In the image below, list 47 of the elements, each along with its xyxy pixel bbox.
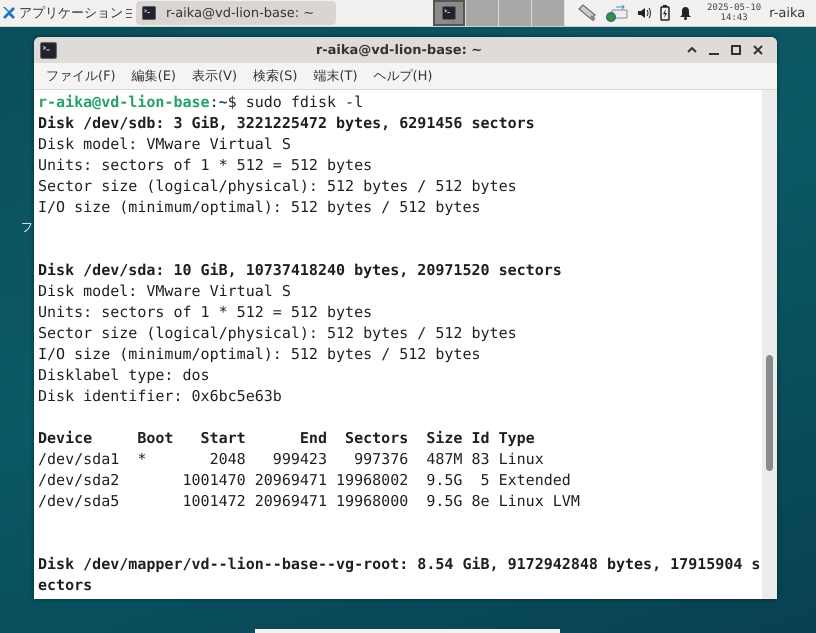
app-logo-icon bbox=[2, 6, 16, 20]
terminal-line: /dev/sda2 1001470 20969471 19968002 9.5G 5 Extended bbox=[38, 470, 572, 491]
terminal-line: ectors bbox=[38, 575, 94, 596]
terminal-line: Device Boot Start End Sectors Size Id Type bbox=[38, 428, 536, 449]
clock[interactable]: 2025-05-10 14:43 bbox=[707, 3, 762, 23]
menu-icon bbox=[126, 7, 132, 19]
menu-item[interactable]: 検索(S) bbox=[245, 67, 306, 85]
applications-menu[interactable]: アプリケーション bbox=[0, 0, 134, 26]
terminal-icon bbox=[40, 42, 57, 58]
volume-icon[interactable] bbox=[637, 6, 651, 20]
window-title: r-aika@vd-lion-base: ~ bbox=[314, 42, 484, 58]
terminal-line: /dev/sda1 * 2048 999423 997376 487M 83 Linux bbox=[38, 449, 545, 470]
menu-item[interactable]: ヘルプ(H) bbox=[366, 67, 440, 85]
terminal-line: I/O size (minimum/optimal): 512 bytes / 512 bytes bbox=[38, 344, 482, 365]
task-button[interactable]: r-aika@vd-lion-base: ~ bbox=[136, 1, 336, 25]
close-icon bbox=[753, 45, 763, 55]
terminal-line: Disk /dev/sdb: 3 GiB, 3221225472 bytes, 6291456 sectors bbox=[38, 113, 536, 134]
user-name[interactable]: r-aika bbox=[769, 6, 806, 20]
terminal-line: Sector size (logical/physical): 512 bytes / 512 bytes bbox=[38, 176, 518, 197]
desktop-icon-label: フ bbox=[21, 219, 33, 236]
terminal-line: I/O size (minimum/optimal): 512 bytes / 512 bytes bbox=[38, 197, 482, 218]
terminal-line: Units: sectors of 1 * 512 = 512 bytes bbox=[38, 302, 374, 323]
notification-bell-icon[interactable] bbox=[679, 6, 692, 20]
menu-item[interactable]: 編集(E) bbox=[124, 67, 184, 85]
terminal-line: Disk model: VMware Virtual S bbox=[38, 281, 292, 302]
terminal-line: Sector size (logical/physical): 512 bytes / 512 bytes bbox=[38, 323, 518, 344]
terminal-line: Disk model: VMware Virtual S bbox=[38, 134, 292, 155]
terminal-line: Disk /dev/mapper/vd--lion--base--vg-root: 8.54 GiB, 9172942848 bytes, 17915904 s bbox=[38, 554, 762, 575]
maximize-icon bbox=[731, 45, 741, 55]
caret-icon bbox=[687, 47, 697, 53]
menu-item[interactable]: ファイル(F) bbox=[38, 67, 124, 85]
menu-item[interactable]: 端末(T) bbox=[305, 67, 366, 85]
network-icon[interactable] bbox=[606, 4, 628, 22]
terminal-line: Disklabel type: dos bbox=[38, 365, 211, 386]
minimize-icon bbox=[709, 52, 719, 54]
usb-drive-icon[interactable] bbox=[577, 4, 597, 22]
terminal-icon bbox=[142, 6, 156, 20]
terminal-line: /dev/sda5 1001472 20969471 19968000 9.5G 8e Linux LVM bbox=[38, 491, 581, 512]
menu-item[interactable]: 表示(V) bbox=[184, 67, 246, 85]
scrollbar[interactable] bbox=[762, 90, 777, 599]
terminal-line: Units: sectors of 1 * 512 = 512 bytes bbox=[38, 155, 374, 176]
terminal-icon bbox=[442, 6, 456, 20]
workspace-button[interactable] bbox=[433, 0, 466, 26]
terminal-line: Disk /dev/sda: 10 GiB, 10737418240 bytes, 20971520 sectors bbox=[38, 260, 563, 281]
terminal-line: r-aika@vd-lion-base:~$ sudo fdisk -l bbox=[38, 92, 364, 113]
terminal-line: Disk identifier: 0x6bc5e63b bbox=[38, 386, 283, 407]
battery-icon[interactable] bbox=[660, 5, 670, 21]
